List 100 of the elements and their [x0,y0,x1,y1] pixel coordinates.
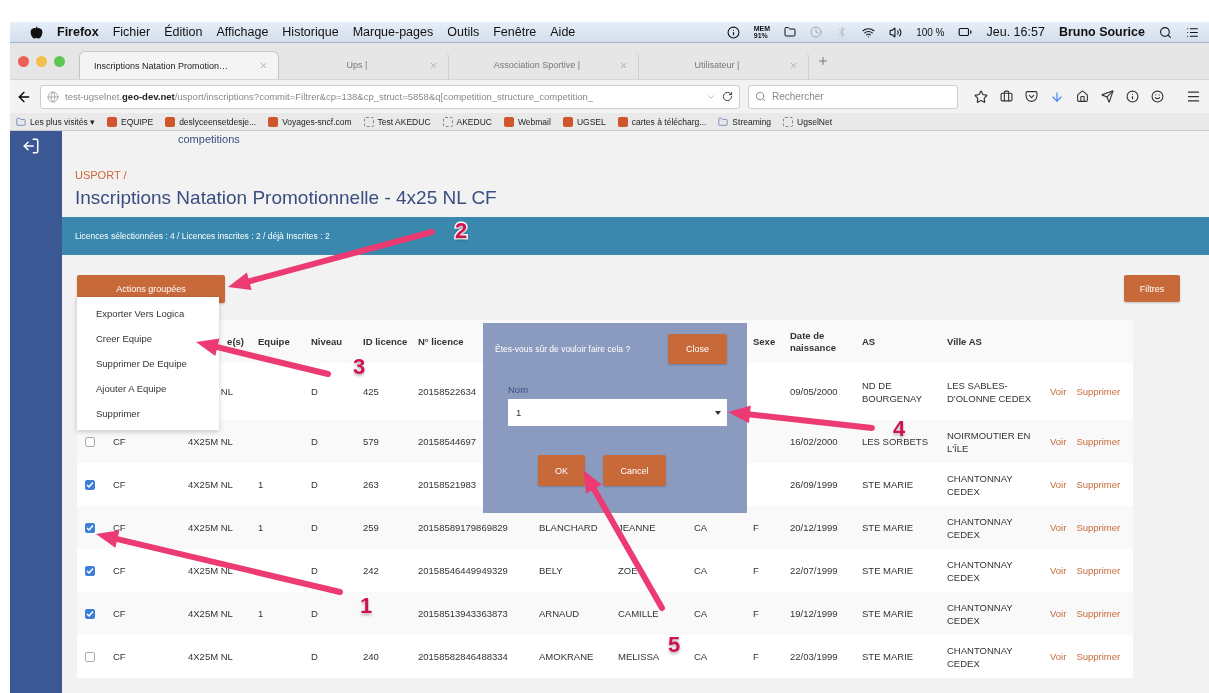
menu-item[interactable]: Outils [447,25,480,39]
table-cell-text: STE MARIE [861,607,914,620]
table-cell-text: 20158522634 [417,385,477,398]
table-cell-text: F [752,521,759,534]
wifi-icon[interactable] [862,25,876,39]
table-cell-text: CF [112,478,126,491]
table-cell-text: 20158589179869829 [417,521,508,534]
name-select[interactable]: 1 [508,399,727,426]
view-link[interactable]: Voir [1050,479,1067,490]
delete-link[interactable]: Supprimer [1076,386,1121,397]
star-icon[interactable] [974,89,988,104]
table-cell-text: D [310,478,318,491]
cancel-button[interactable]: Cancel [603,455,666,486]
bookmark[interactable]: Les plus visités ▾ [16,116,95,127]
nav-link[interactable]: competitions [178,133,240,145]
bookmark[interactable]: EQUIPE [107,116,154,127]
view-link[interactable]: Voir [1050,565,1067,576]
delete-link[interactable]: Supprimer [1076,608,1121,619]
home-icon[interactable] [1076,90,1089,103]
table-cell-text: 4X25M NL [187,521,233,534]
view-link[interactable]: Voir [1050,386,1067,397]
menu-option[interactable]: Ajouter A Equipe [96,383,167,394]
site-icon [268,116,279,127]
menu-item[interactable]: Historique [282,25,339,39]
menu-option[interactable]: Exporter Vers Logica [96,308,185,319]
delete-link[interactable]: Supprimer [1076,651,1121,662]
menu-option[interactable]: Supprimer De Equipe [96,358,187,369]
table-cell-text: CHANTONNAY CEDEX [946,514,1014,541]
table-cell-text: D [310,564,318,577]
bookmark[interactable]: UgselNet [783,116,833,127]
menu-item[interactable]: Affichage [216,25,269,39]
row-checkbox[interactable] [85,522,95,533]
row-checkbox[interactable] [85,651,95,662]
smiley-icon[interactable] [1151,90,1164,103]
bookmark[interactable]: Voyages-sncf.com [268,116,352,127]
delete-link[interactable]: Supprimer [1076,436,1121,447]
menu-item[interactable]: Aide [550,25,576,39]
pocket-icon[interactable] [1025,90,1038,103]
table-cell-text: CHANTONNAY CEDEX [946,643,1014,670]
view-link[interactable]: Voir [1050,608,1067,619]
search-icon[interactable] [1159,25,1172,39]
view-link[interactable]: Voir [1050,651,1067,662]
reload-icon[interactable] [722,91,733,102]
apple-icon[interactable] [30,25,43,39]
info-icon[interactable] [726,25,740,39]
menu-item[interactable]: Fenêtre [493,25,537,39]
close-button[interactable]: Close [668,334,727,364]
browser-tab[interactable]: Inscriptions Natation Promotion… [79,51,279,79]
address-field[interactable]: test-ugselnet.geo-dev.net/usport/inscriptions?commit=Filtrer&cp=138&cp_struct=5858&q[competition_structure_competition_ [40,84,740,109]
info-icon[interactable] [1126,90,1139,103]
table-cell-text: 1 [257,478,264,491]
table-cell-text: BELY [538,564,563,577]
ok-button[interactable]: OK [538,455,585,486]
table-cell-text: F [752,607,759,620]
table-cell-text: AMOKRANE [538,650,594,663]
breadcrumb[interactable]: USPORT / [75,169,127,181]
bookmark[interactable]: cartes à télécharg... [617,116,707,127]
search-field[interactable]: Rechercher [748,84,958,109]
table-cell-text: CA [693,521,708,534]
battery-icon[interactable] [958,25,973,39]
view-link[interactable]: Voir [1050,522,1067,533]
bookmark[interactable]: Webmail [503,116,551,127]
delete-link[interactable]: Supprimer [1076,479,1121,490]
annotation-number: 5 [668,634,681,656]
table-cell-text: 22/03/1999 [789,650,838,663]
row-checkbox[interactable] [85,479,95,490]
table-cell-text: CF [112,435,126,448]
view-link[interactable]: Voir [1050,436,1067,447]
send-icon[interactable] [1101,90,1114,103]
table-cell-text: STE MARIE [861,564,914,577]
list-icon[interactable] [1186,25,1199,39]
delete-link[interactable]: Supprimer [1076,522,1121,533]
bookmark[interactable]: AKEDUC [442,116,492,127]
menu-icon[interactable] [1186,89,1201,104]
table-cell-text: 4X25M NL [187,478,233,491]
menu-clock[interactable]: Jeu. 16:57 [986,25,1045,39]
user-name[interactable]: Bruno Sourice [1058,25,1145,39]
download-icon[interactable] [1050,89,1064,104]
bookmark[interactable]: UGSEL [562,116,606,127]
bookmark[interactable]: Streaming [718,116,772,127]
menu-item[interactable]: Marque-pages [352,25,434,39]
menu-option[interactable]: Supprimer [96,408,140,419]
row-checkbox[interactable] [85,565,95,576]
column-header: e(s) [226,335,245,348]
close-light[interactable] [18,55,29,67]
briefcase-icon[interactable] [1000,90,1013,103]
row-checkbox[interactable] [85,436,95,447]
volume-icon[interactable] [889,25,903,39]
exit-icon[interactable] [22,137,40,155]
column-header: Equipe [257,335,290,348]
menu-item[interactable]: Firefox [57,25,99,39]
bookmark[interactable]: Test AKEDUC [363,116,431,127]
menu-option[interactable]: Creer Equipe [96,333,152,344]
menu-item[interactable]: Fichier [112,25,151,39]
filters-button[interactable]: Filtres [1124,275,1180,302]
bookmark[interactable]: deslyceensetdesje... [165,116,257,127]
table-cell-text: 20158544697 [417,435,477,448]
delete-link[interactable]: Supprimer [1076,565,1121,576]
menu-item[interactable]: Édition [164,25,203,39]
row-checkbox[interactable] [85,608,95,619]
